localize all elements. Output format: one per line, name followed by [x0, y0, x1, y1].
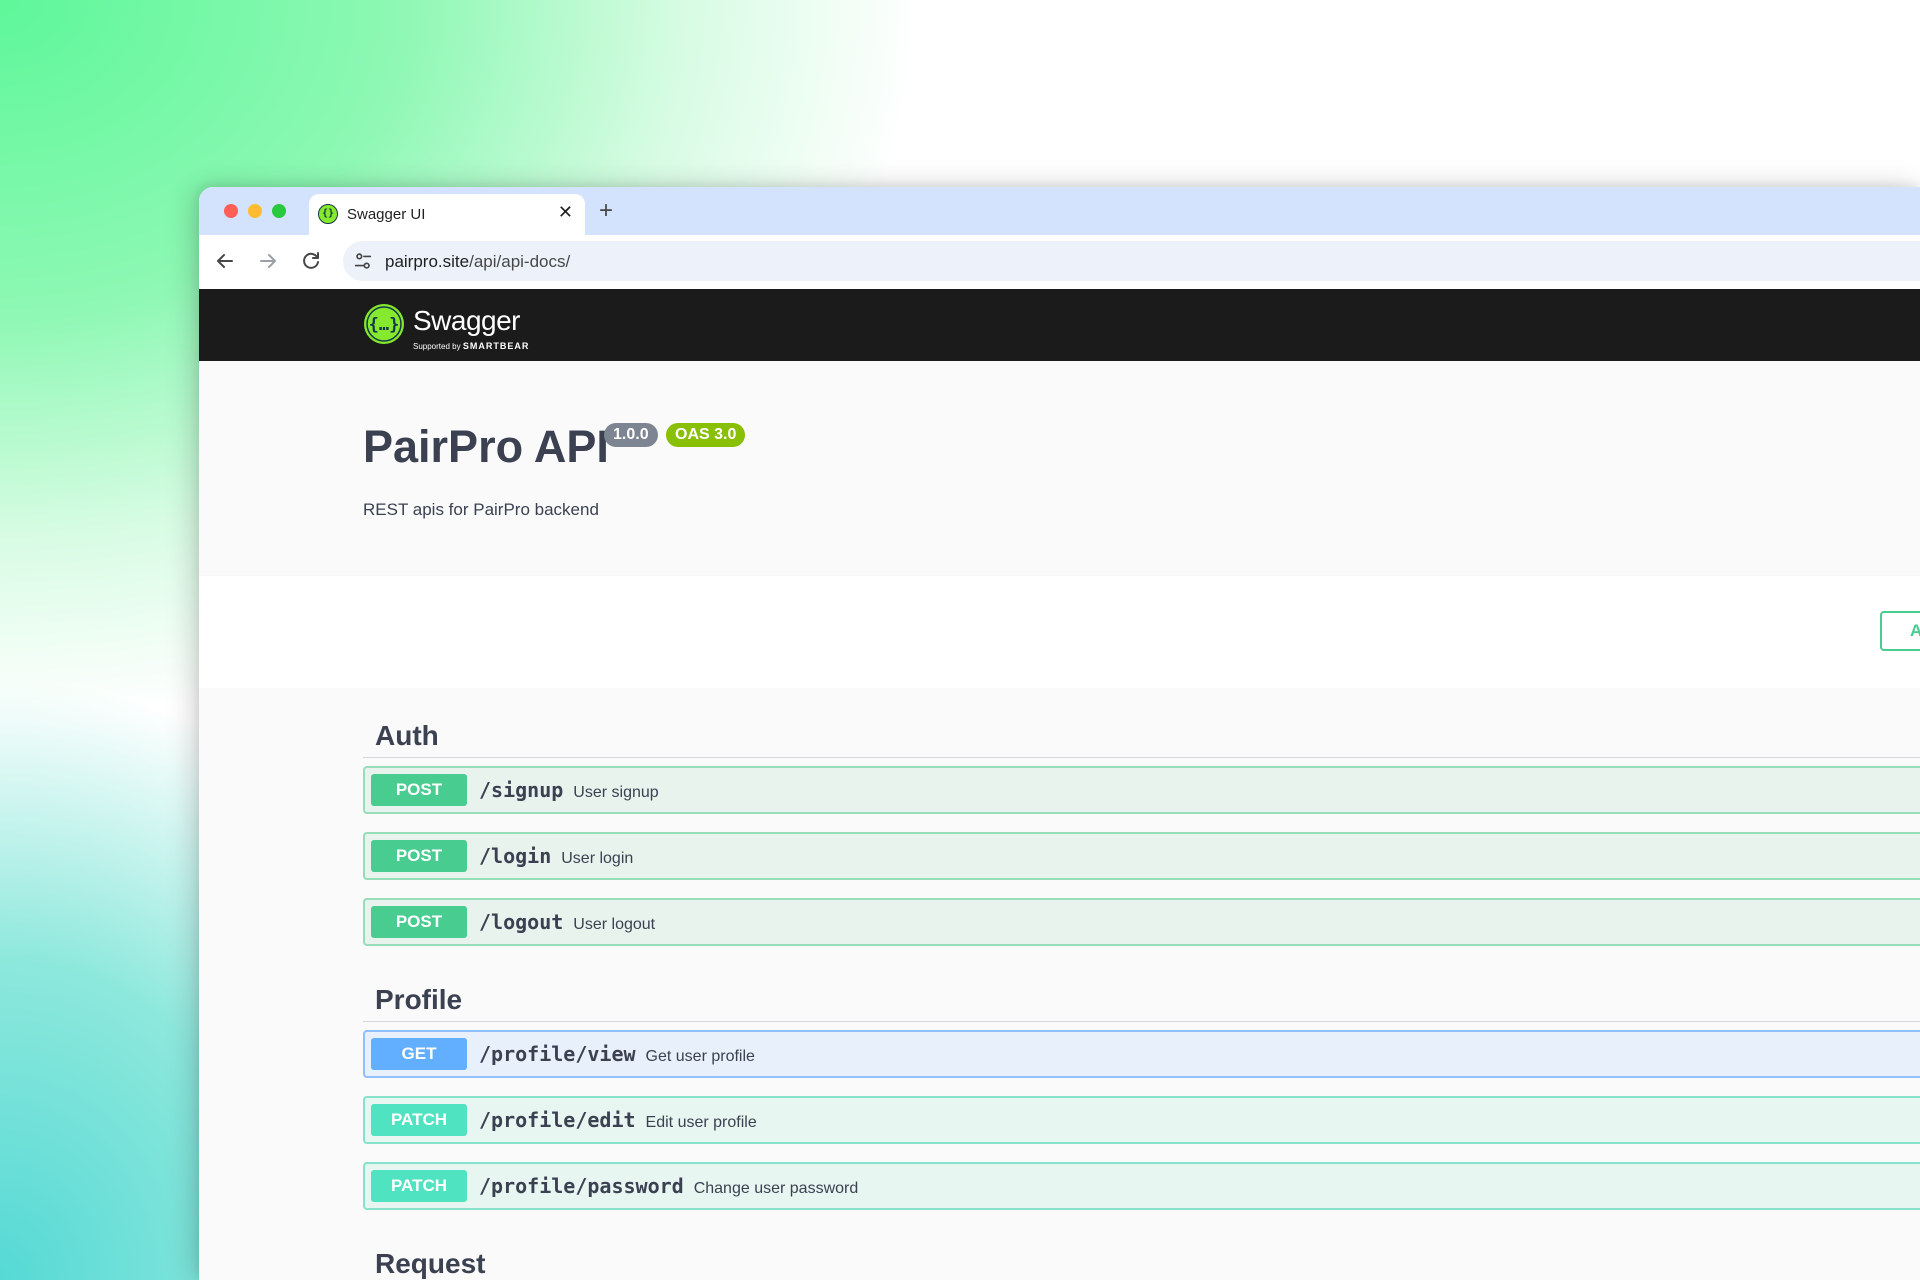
opblock-post-logout[interactable]: POST /logout User logout	[363, 898, 1920, 946]
tab-strip: {} Swagger UI ✕ +	[199, 187, 1920, 235]
op-path: /profile/view Get user profile	[479, 1042, 755, 1066]
tag-name: Auth	[375, 720, 439, 751]
browser-window: {} Swagger UI ✕ + pairpro.site/api/api-d…	[199, 187, 1920, 1280]
op-path: /logout User logout	[479, 910, 655, 934]
new-tab-icon[interactable]: +	[599, 197, 613, 225]
tag-name: Request	[375, 1248, 486, 1279]
opblock-patch-profile-edit[interactable]: PATCH /profile/edit Edit user profile	[363, 1096, 1920, 1144]
api-description: REST apis for PairPro backend	[363, 500, 599, 519]
op-path-text: /login	[479, 844, 552, 868]
opblock-post-signup[interactable]: POST /signup User signup	[363, 766, 1920, 814]
op-summary: Change user password	[693, 1180, 859, 1197]
method-badge: POST	[371, 906, 467, 938]
supported-by-text: Supported by	[413, 342, 461, 351]
method-badge: GET	[371, 1038, 467, 1070]
swagger-favicon-icon: {}	[318, 204, 338, 224]
swagger-supported-by: Supported by SMARTBEAR	[413, 341, 529, 351]
tag-heading-profile[interactable]: Profile	[363, 974, 1920, 1022]
op-path-text: /profile/edit	[479, 1108, 636, 1132]
op-summary: Edit user profile	[645, 1114, 757, 1131]
address-bar[interactable]: pairpro.site/api/api-docs/	[343, 241, 1920, 281]
minimize-window-button[interactable]	[248, 204, 262, 218]
tag-heading-request[interactable]: Request	[363, 1238, 1920, 1280]
smartbear-text: SMARTBEAR	[462, 341, 530, 351]
tag-name: Profile	[375, 984, 463, 1015]
op-path: /profile/password Change user password	[479, 1174, 858, 1198]
op-summary: User login	[561, 850, 634, 867]
browser-tab[interactable]: {} Swagger UI ✕	[309, 194, 585, 235]
op-summary: User signup	[573, 784, 659, 801]
forward-arrow-icon[interactable]	[256, 249, 280, 273]
op-summary: Get user profile	[645, 1048, 755, 1065]
tag-heading-auth[interactable]: Auth	[363, 710, 1920, 758]
svg-text:{…}: {…}	[369, 315, 400, 335]
op-path-text: /signup	[479, 778, 564, 802]
op-path-text: /logout	[479, 910, 564, 934]
method-badge: POST	[371, 774, 467, 806]
op-path: /signup User signup	[479, 778, 659, 802]
op-path: /login User login	[479, 844, 633, 868]
url-text[interactable]: pairpro.site/api/api-docs/	[385, 252, 570, 272]
url-host: pairpro.site	[385, 252, 470, 271]
api-title: PairPro API	[363, 421, 609, 472]
back-arrow-icon[interactable]	[213, 249, 237, 273]
swagger-topbar: {…} Swagger Supported by SMARTBEAR	[199, 289, 1920, 361]
op-summary: User logout	[573, 916, 656, 933]
operations-list: Auth POST /signup User signup POST /login…	[199, 688, 1920, 1280]
method-badge: POST	[371, 840, 467, 872]
site-settings-icon[interactable]	[352, 250, 374, 272]
method-badge: PATCH	[371, 1170, 467, 1202]
close-tab-icon[interactable]: ✕	[558, 202, 573, 223]
maximize-window-button[interactable]	[272, 204, 286, 218]
authorize-button[interactable]: A	[1880, 611, 1920, 651]
close-window-button[interactable]	[224, 204, 238, 218]
tab-title: Swagger UI	[347, 206, 426, 223]
url-path: /api/api-docs/	[469, 252, 571, 271]
opblock-get-profile-view[interactable]: GET /profile/view Get user profile	[363, 1030, 1920, 1078]
api-info: PairPro API 1.0.0 OAS 3.0 REST apis for …	[199, 361, 1920, 576]
swagger-logo-icon[interactable]: {…}	[363, 303, 405, 345]
oas-badge: OAS 3.0	[666, 423, 746, 447]
opblock-post-login[interactable]: POST /login User login	[363, 832, 1920, 880]
opblock-patch-profile-password[interactable]: PATCH /profile/password Change user passw…	[363, 1162, 1920, 1210]
browser-toolbar: pairpro.site/api/api-docs/	[199, 235, 1920, 289]
op-path: /profile/edit Edit user profile	[479, 1108, 757, 1132]
op-path-text: /profile/view	[479, 1042, 636, 1066]
reload-icon[interactable]	[299, 249, 323, 273]
method-badge: PATCH	[371, 1104, 467, 1136]
op-path-text: /profile/password	[479, 1174, 684, 1198]
version-badge: 1.0.0	[604, 423, 658, 447]
scheme-container: A	[199, 576, 1920, 688]
swagger-wordmark: Swagger	[413, 305, 521, 336]
